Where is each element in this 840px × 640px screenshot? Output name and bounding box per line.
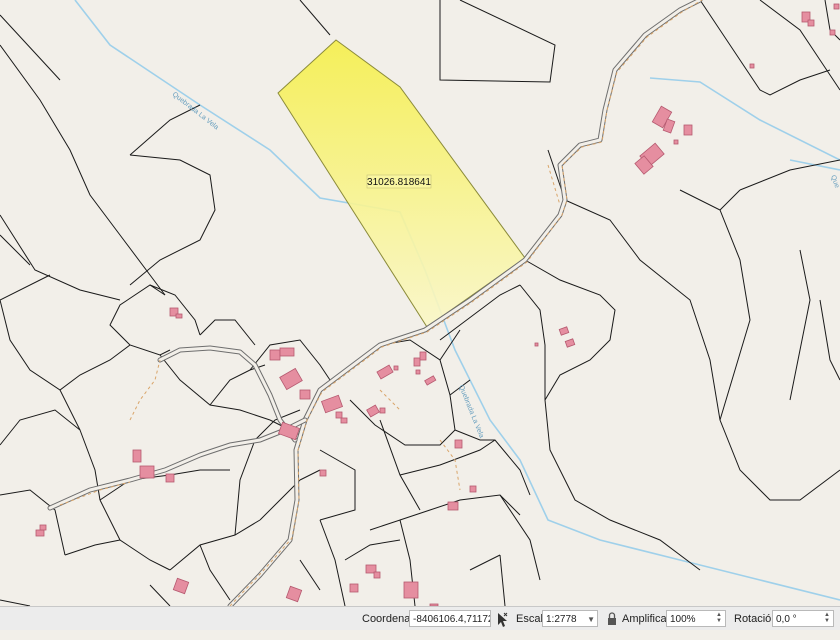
status-bar: Coordenada -8406106.4,711724.8 Escala 1:… xyxy=(0,606,840,630)
map-svg[interactable]: Quebrada La Vela Quebrada La Vela Que 31… xyxy=(0,0,840,606)
rotation-value: 0,0 ° xyxy=(776,614,797,625)
scale-value: 1:2778 xyxy=(546,614,577,625)
magnifier-spinbox[interactable]: 100% ▲ ▼ xyxy=(666,610,726,627)
magnifier-value: 100% xyxy=(670,614,696,625)
chevron-down-icon[interactable]: ▼ xyxy=(587,611,595,626)
lock-icon[interactable] xyxy=(606,607,618,631)
rotation-spinbox[interactable]: 0,0 ° ▲ ▼ xyxy=(772,610,834,627)
mouse-pointer-icon[interactable] xyxy=(495,607,509,631)
measurement-label: 31026.818641 xyxy=(367,177,431,188)
map-canvas[interactable]: Quebrada La Vela Quebrada La Vela Que 31… xyxy=(0,0,840,606)
rotation-label: Rotación xyxy=(734,613,778,625)
scale-combo[interactable]: 1:2778 ▼ xyxy=(542,610,598,627)
spin-arrows-icon[interactable]: ▲ ▼ xyxy=(714,612,724,625)
spin-arrows-icon[interactable]: ▲ ▼ xyxy=(822,612,832,625)
coordinate-field[interactable]: -8406106.4,711724.8 xyxy=(409,610,491,627)
